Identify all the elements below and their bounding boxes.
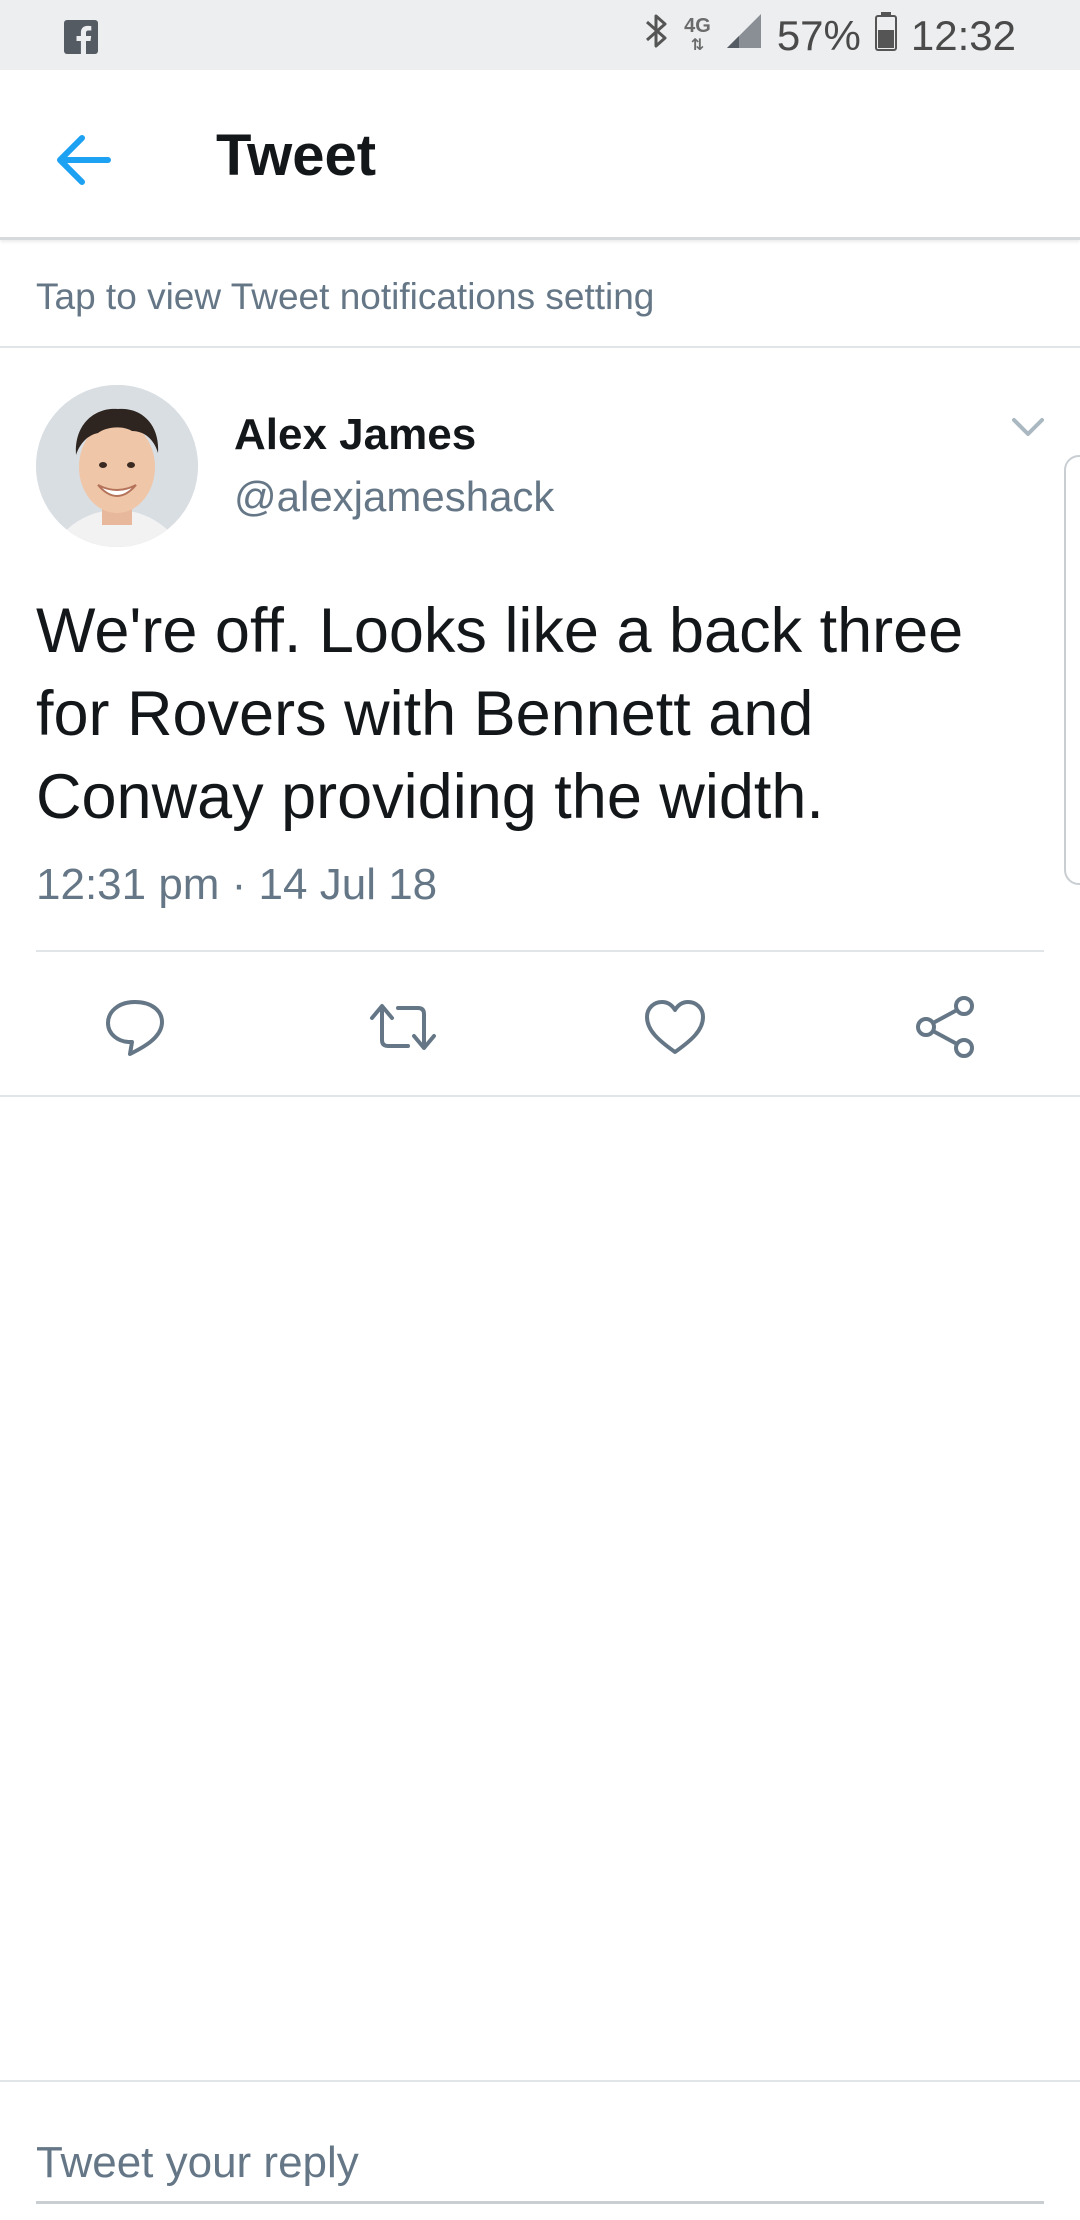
tweet-options-button[interactable] — [1006, 408, 1050, 448]
author-handle[interactable]: @alexjameshack — [234, 473, 554, 521]
battery-icon — [874, 11, 897, 61]
tweet-text: We're off. Looks like a back three for R… — [36, 596, 964, 832]
retweet-button[interactable] — [368, 992, 438, 1062]
chevron-down-icon — [1012, 418, 1044, 436]
bluetooth-icon — [644, 11, 670, 61]
like-button[interactable] — [640, 992, 710, 1062]
network-type: 4G — [684, 15, 711, 37]
reply-input[interactable] — [36, 2124, 1044, 2204]
facebook-icon — [64, 20, 98, 54]
tweet-actions — [0, 952, 1080, 1097]
status-bar: 4G ⇅ 57% 12:32 — [0, 0, 1080, 70]
author-name[interactable]: Alex James — [234, 410, 476, 460]
clock: 12:32 — [910, 12, 1016, 59]
tweet-timestamp: 12:31 pm · 14 Jul 18 — [36, 860, 438, 909]
retweet-icon — [370, 1004, 436, 1050]
heart-icon — [645, 1000, 705, 1054]
back-button[interactable] — [46, 118, 136, 198]
avatar-photo — [36, 385, 198, 547]
reply-bar — [0, 2080, 1080, 2220]
signal-icon — [725, 12, 763, 60]
share-button[interactable] — [910, 992, 980, 1062]
network-indicator: 4G ⇅ — [684, 15, 711, 54]
reply-button[interactable] — [100, 992, 170, 1062]
arrow-left-icon — [57, 135, 111, 185]
reply-icon — [106, 1000, 164, 1056]
scroll-indicator — [1064, 455, 1080, 885]
battery-percent: 57% — [776, 12, 861, 59]
notification-settings-text: Tap to view Tweet notifications setting — [36, 276, 655, 317]
share-icon — [916, 996, 974, 1058]
page-title: Tweet — [216, 123, 377, 188]
notification-settings-banner[interactable]: Tap to view Tweet notifications setting — [0, 240, 1080, 348]
app-bar: Tweet — [0, 70, 1080, 240]
avatar[interactable] — [36, 385, 198, 547]
status-indicators: 4G ⇅ 57% 12:32 — [644, 10, 1016, 62]
